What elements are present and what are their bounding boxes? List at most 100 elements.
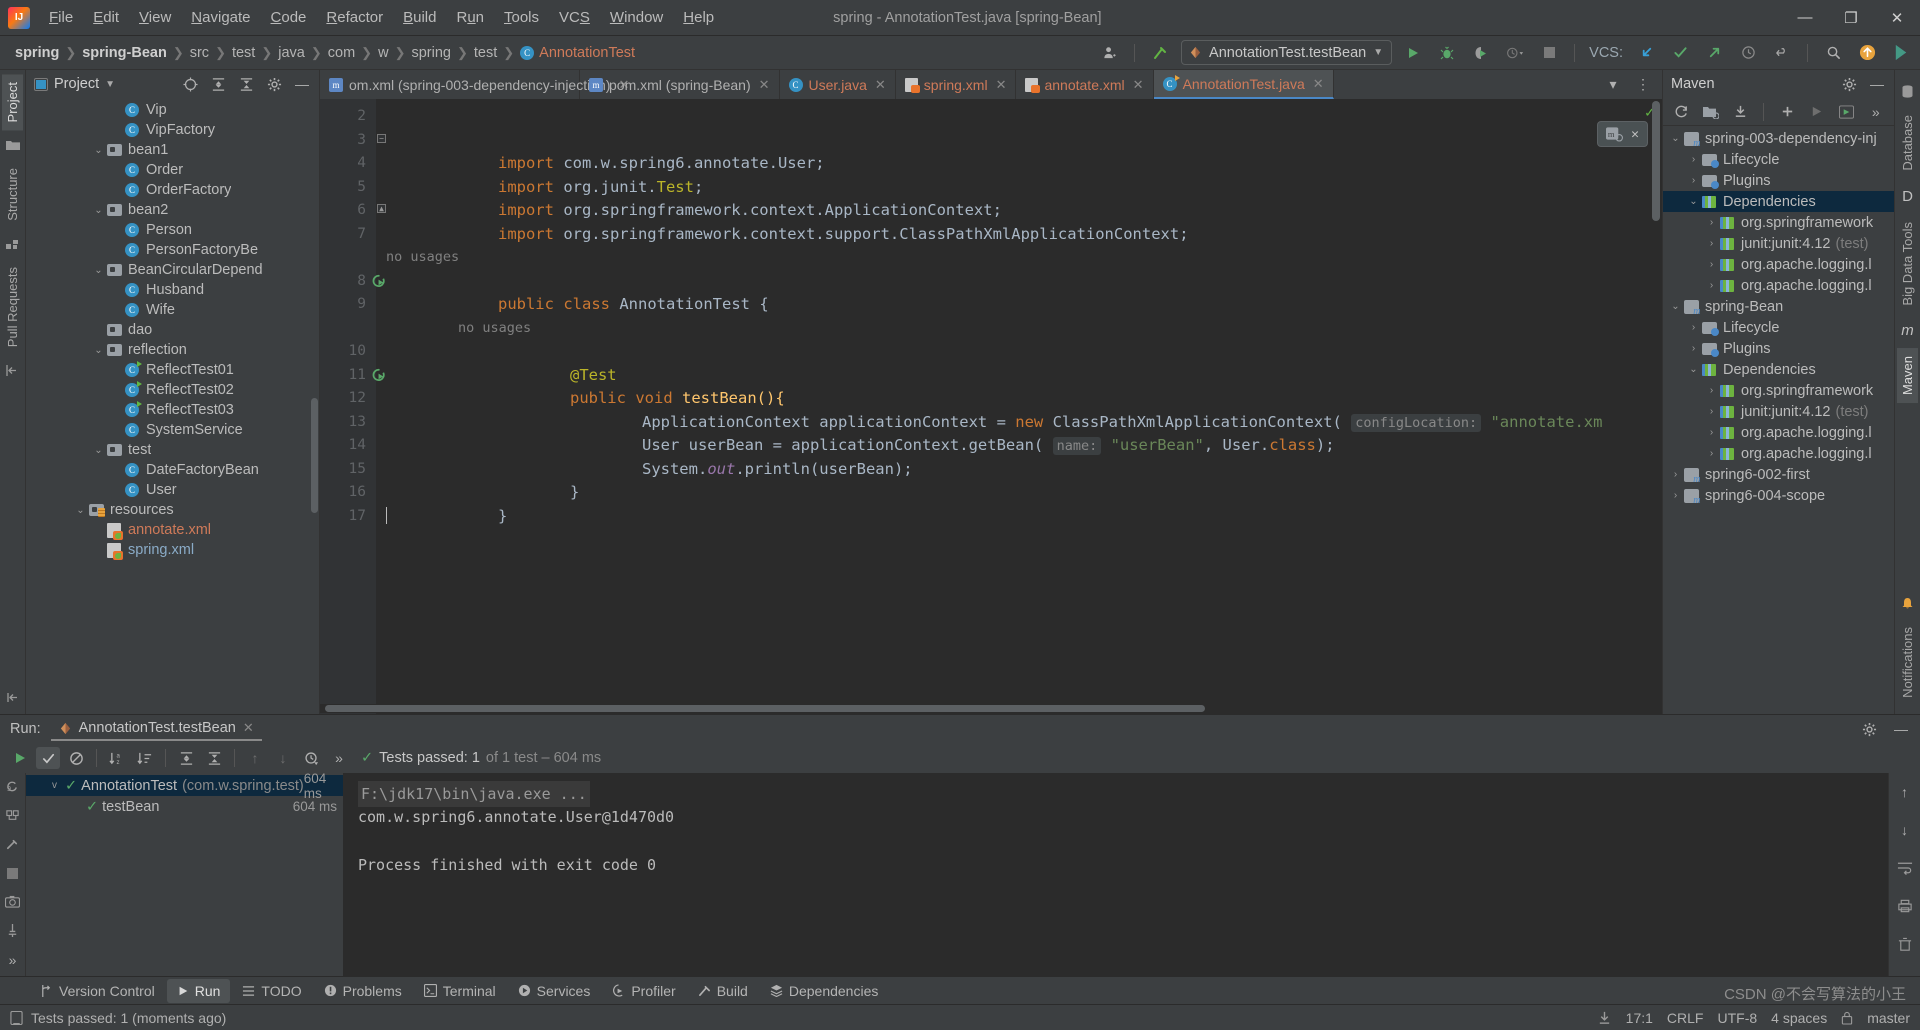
ide-services-icon[interactable] (1888, 41, 1914, 65)
more-icon[interactable]: » (327, 747, 351, 769)
bottom-tab-terminal[interactable]: Terminal (414, 979, 506, 1003)
chevron-down-icon[interactable]: ⌄ (1687, 364, 1700, 375)
rollback-icon[interactable] (1769, 41, 1795, 65)
notifications-icon[interactable] (1901, 597, 1914, 610)
maven-tree-item[interactable]: › org.springframework (1663, 212, 1894, 233)
menu-navigate[interactable]: Navigate (182, 5, 259, 30)
editor-gutter[interactable]: 2 3 4 5 6 7 8 9 10 11 12 13 14 15 16 17 (320, 99, 385, 714)
project-tree[interactable]: C Vip C VipFactory ⌄ bean1 C Order C OrderFactory… (26, 98, 319, 714)
bottom-tab-version-control[interactable]: Version Control (30, 979, 165, 1003)
sidebar-tab-notifications[interactable]: Notifications (1897, 619, 1918, 706)
breadcrumb-item-4[interactable]: java (273, 43, 310, 63)
collapse-all-icon[interactable] (233, 72, 259, 96)
test-history-icon[interactable] (299, 747, 323, 769)
menu-vcs[interactable]: VCS (550, 5, 599, 30)
menu-code[interactable]: Code (262, 5, 316, 30)
settings-gear-icon[interactable] (1856, 717, 1882, 741)
indent-size[interactable]: 4 spaces (1771, 1010, 1827, 1026)
project-tree-item[interactable]: C Vip (26, 100, 319, 120)
project-tree-item[interactable]: dao (26, 320, 319, 340)
pin-icon[interactable] (1, 923, 25, 938)
close-button[interactable]: ✕ (1874, 0, 1920, 36)
project-tree-item[interactable]: C ReflectTest02 (26, 380, 319, 400)
project-tree-item[interactable]: ⌄ test (26, 440, 319, 460)
settings-gear-icon[interactable] (1836, 72, 1862, 96)
chevron-right-icon[interactable]: › (1687, 175, 1700, 186)
minimize-button[interactable]: — (1782, 0, 1828, 36)
push-icon[interactable] (1701, 41, 1727, 65)
prev-test-icon[interactable]: ↑ (243, 747, 267, 769)
chevron-down-icon[interactable]: ▼ (105, 79, 115, 90)
breadcrumb-item-7[interactable]: spring (406, 43, 456, 63)
sidebar-tab-maven[interactable]: Maven (1897, 348, 1918, 404)
chevron-right-icon[interactable]: › (1705, 280, 1718, 291)
fold-marker-icon[interactable]: ▲ (377, 204, 386, 213)
tab-more-icon[interactable]: ⋮ (1630, 73, 1656, 97)
maven-tree-item[interactable]: › Plugins (1663, 338, 1894, 359)
code-text[interactable]: − import com.w.spring6.annotate.User; imp… (376, 99, 1662, 714)
editor-tab-pom-dependency-injection[interactable]: m om.xml (spring-003-dependency-injectio… (320, 70, 629, 99)
run-icon[interactable] (1807, 101, 1827, 123)
menu-edit[interactable]: Edit (84, 5, 128, 30)
close-icon[interactable]: ✕ (759, 77, 770, 93)
tab-overflow-icon[interactable]: ▾ (1600, 73, 1626, 97)
file-encoding[interactable]: UTF-8 (1717, 1010, 1757, 1026)
code-editor[interactable]: 2 3 4 5 6 7 8 9 10 11 12 13 14 15 16 17 … (320, 99, 1662, 714)
chevron-right-icon[interactable]: › (1705, 427, 1718, 438)
expand-all-icon[interactable] (174, 747, 198, 769)
maven-tree-item[interactable]: ⌄ spring-Bean (1663, 296, 1894, 317)
toggle-auto-test-icon[interactable] (1, 808, 25, 823)
project-tree-item[interactable]: ⌄ resources (26, 500, 319, 520)
maven-tree-item[interactable]: › org.apache.logging.l (1663, 275, 1894, 296)
editor-horizontal-scrollbar[interactable] (320, 704, 1662, 713)
chevron-down-icon[interactable]: ⌄ (1669, 133, 1682, 144)
profiler-dropdown-icon[interactable] (1502, 41, 1528, 65)
project-tree-item[interactable]: ⌄ bean2 (26, 200, 319, 220)
menu-tools[interactable]: Tools (495, 5, 548, 30)
line-separator[interactable]: CRLF (1667, 1010, 1704, 1026)
execute-goal-icon[interactable] (1836, 101, 1856, 123)
project-tree-item[interactable]: C ReflectTest01 (26, 360, 319, 380)
close-icon[interactable]: ✕ (996, 77, 1007, 93)
maven-tree-item[interactable]: › junit:junit:4.12 (test) (1663, 233, 1894, 254)
project-tree-item[interactable]: C Husband (26, 280, 319, 300)
more-icon[interactable]: » (1, 952, 25, 968)
maven-import-popup[interactable]: m ✕ (1597, 121, 1648, 147)
bottom-tab-todo[interactable]: TODO (232, 979, 311, 1003)
chevron-right-icon[interactable]: › (1669, 490, 1682, 501)
maven-tree-item[interactable]: › Lifecycle (1663, 149, 1894, 170)
bottom-tab-services[interactable]: Services (508, 979, 601, 1003)
chevron-down-icon[interactable]: ⌄ (74, 505, 87, 516)
breadcrumb-file[interactable]: C AnnotationTest (515, 43, 640, 63)
editor-tab-pom-spring-bean[interactable]: m pom.xml (spring-Bean) ✕ (580, 70, 780, 99)
folder-icon[interactable] (5, 139, 20, 151)
breadcrumb-item-1[interactable]: spring-Bean (77, 43, 172, 63)
history-icon[interactable] (1735, 41, 1761, 65)
reload-icon[interactable] (1671, 101, 1691, 123)
sort-alphabetically-icon[interactable]: az (105, 747, 129, 769)
chevron-down-icon[interactable]: ⌄ (1687, 196, 1700, 207)
breadcrumb-item-5[interactable]: com (323, 43, 360, 63)
project-tree-item[interactable]: C PersonFactoryBe (26, 240, 319, 260)
maven-tree-item[interactable]: ⌄ Dependencies (1663, 359, 1894, 380)
git-branch[interactable]: master (1867, 1010, 1910, 1026)
chevron-right-icon[interactable]: › (1687, 343, 1700, 354)
stop-icon[interactable] (1, 866, 25, 881)
chevron-down-icon[interactable]: ▼ (1373, 47, 1383, 58)
up-arrow-icon[interactable]: ↑ (1893, 781, 1917, 803)
menu-run[interactable]: Run (447, 5, 493, 30)
chevron-down-icon[interactable]: ⌄ (1669, 301, 1682, 312)
maven-tree-item[interactable]: › org.apache.logging.l (1663, 254, 1894, 275)
hide-ignored-tests-toggle[interactable] (64, 747, 88, 769)
project-tree-item[interactable]: C User (26, 480, 319, 500)
structure-icon[interactable] (6, 238, 19, 250)
project-tree-item[interactable]: C VipFactory (26, 120, 319, 140)
maven-tree-item[interactable]: › spring6-002-first (1663, 464, 1894, 485)
maven-tree-item[interactable]: › spring6-004-scope (1663, 485, 1894, 506)
run-with-coverage-icon[interactable] (1468, 41, 1494, 65)
maven-tree-item[interactable]: ⌄ Dependencies (1663, 191, 1894, 212)
run-icon[interactable] (1400, 41, 1426, 65)
search-everywhere-icon[interactable] (1820, 41, 1846, 65)
editor-vertical-scrollbar[interactable] (1652, 101, 1660, 221)
add-icon[interactable] (1777, 101, 1797, 123)
